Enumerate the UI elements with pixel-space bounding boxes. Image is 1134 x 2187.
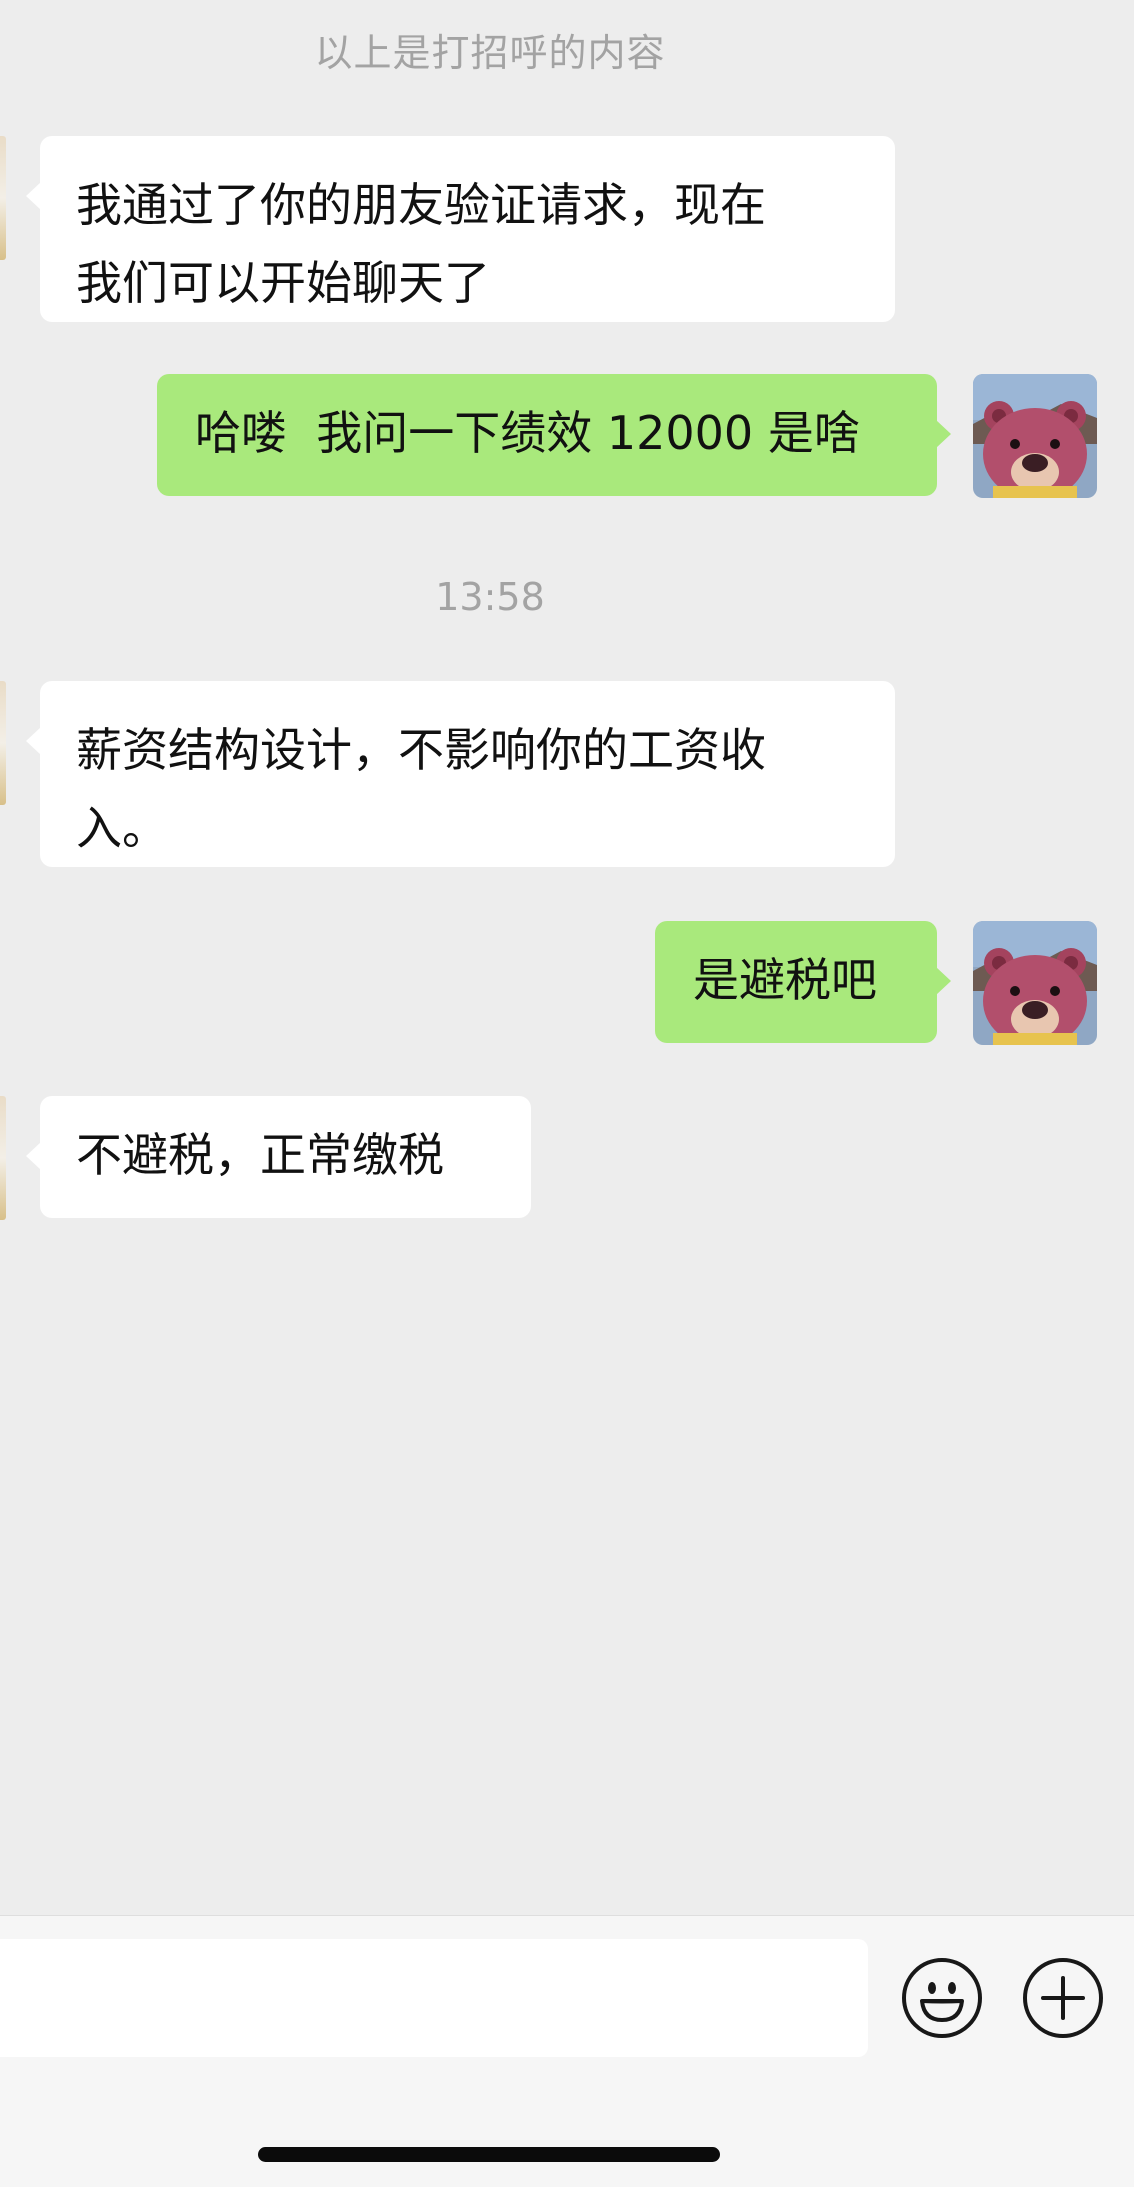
message-input[interactable]: [0, 1939, 868, 2057]
pink-bear-plush-avatar-icon: [973, 374, 1097, 498]
message-text: 哈喽 我问一下绩效 12000 是啥: [195, 406, 860, 460]
peer-avatar-icon[interactable]: [0, 136, 6, 260]
chat-screen: 以上是打招呼的内容 我通过了你的朋友验证请求，现在 我们可以开始聊天了 哈喽 我…: [0, 0, 1134, 2187]
smiley-face-icon: [920, 1982, 964, 2022]
greeting-system-note: 以上是打招呼的内容: [314, 31, 666, 75]
outgoing-message-bubble[interactable]: 是避税吧: [655, 921, 951, 1043]
incoming-message-bubble[interactable]: 不避税，正常缴税: [26, 1096, 531, 1218]
my-avatar-icon[interactable]: [973, 921, 1097, 1045]
emoji-button[interactable]: [902, 1958, 982, 2038]
message-text: 我通过了你的朋友验证请求，现在 我们可以开始聊天了: [76, 178, 766, 310]
message-text: 是避税吧: [693, 953, 877, 1007]
incoming-message-bubble[interactable]: 薪资结构设计，不影响你的工资收 入。: [26, 681, 895, 867]
more-functions-button[interactable]: [1023, 1958, 1103, 2038]
peer-avatar-icon[interactable]: [0, 681, 6, 805]
my-avatar-icon[interactable]: [973, 374, 1097, 498]
incoming-message-bubble[interactable]: 我通过了你的朋友验证请求，现在 我们可以开始聊天了: [26, 136, 895, 322]
message-text: 薪资结构设计，不影响你的工资收 入。: [76, 723, 766, 855]
pink-bear-plush-avatar-icon: [973, 921, 1097, 1045]
home-indicator[interactable]: [258, 2147, 720, 2162]
message-timestamp: 13:58: [435, 575, 545, 619]
outgoing-message-bubble[interactable]: 哈喽 我问一下绩效 12000 是啥: [157, 374, 951, 496]
chat-input-bar: [0, 1915, 1134, 2187]
peer-avatar-icon[interactable]: [0, 1096, 6, 1220]
plus-circle-icon: [1041, 1976, 1085, 2020]
message-text: 不避税，正常缴税: [76, 1128, 444, 1182]
